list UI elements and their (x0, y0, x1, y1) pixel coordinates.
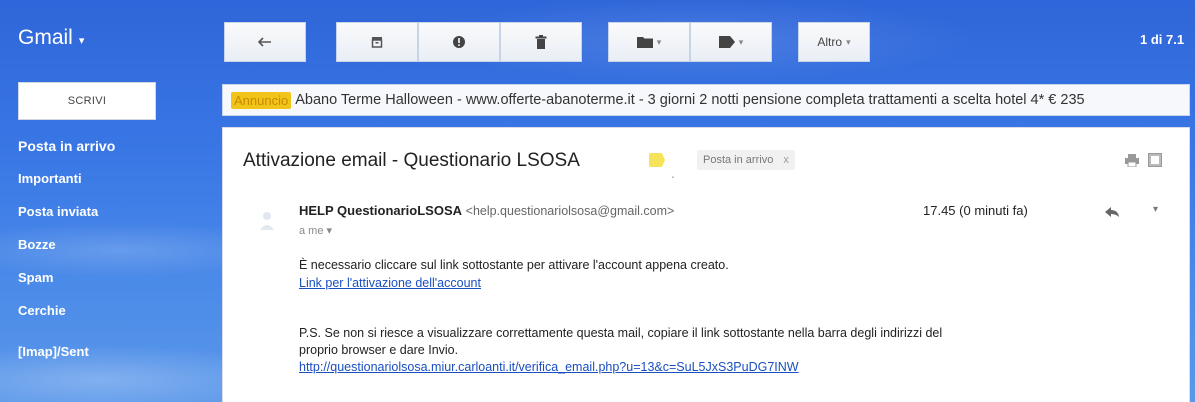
more-label: Altro (817, 35, 843, 49)
sender-name[interactable]: HELP QuestionarioLSOSA (299, 203, 462, 218)
print-icon[interactable] (1125, 154, 1139, 172)
recipient-line[interactable]: a me ▾ (299, 224, 332, 237)
sidebar-item-inbox[interactable]: Posta in arrivo (18, 139, 208, 172)
ad-text[interactable]: Abano Terme Halloween - www.offerte-aban… (295, 92, 1084, 108)
email-timestamp: 17.45 (0 minuti fa) (923, 203, 1028, 218)
label-icon (718, 36, 735, 48)
pagination-counter: 1 di 7.1 (1140, 32, 1185, 47)
chevron-down-icon: ▾ (846, 36, 851, 47)
email-body-ps-line1: P.S. Se non si riesce a visualizzare cor… (299, 326, 943, 340)
app-title: Gmail (18, 26, 73, 49)
delete-button[interactable] (500, 22, 582, 62)
reply-icon[interactable] (1105, 204, 1119, 222)
sidebar-item-circles[interactable]: Cerchie (18, 304, 208, 337)
new-window-icon[interactable] (1148, 153, 1162, 172)
close-icon[interactable]: x (783, 154, 789, 166)
labels-button[interactable]: ▾ (690, 22, 772, 62)
label-chip[interactable]: Posta in arrivo x (697, 150, 795, 170)
activation-link[interactable]: Link per l'attivazione dell'account (299, 276, 481, 290)
chevron-down-icon: ▾ (326, 225, 333, 237)
sender-avatar-icon (259, 210, 275, 232)
chevron-down-icon: ▾ (656, 36, 662, 47)
email-body-line: È necessario cliccare sul link sottostan… (299, 258, 729, 272)
recipient-text: a me (299, 225, 324, 237)
importance-marker-icon[interactable] (649, 153, 665, 167)
sender-line: HELP QuestionarioLSOSA <help.questionari… (299, 203, 674, 218)
move-to-button[interactable]: ▾ (608, 22, 690, 62)
label-chip-text: Posta in arrivo (703, 154, 774, 166)
report-spam-icon (453, 36, 465, 48)
verification-url-link[interactable]: http://questionariolsosa.miur.carloanti.… (299, 360, 799, 374)
sidebar-item-imap-sent[interactable]: [Imap]/Sent (18, 345, 208, 378)
ad-banner[interactable]: Annuncio Abano Terme Halloween - www.off… (222, 84, 1190, 116)
chevron-down-icon: ▾ (738, 36, 744, 47)
more-actions-icon[interactable]: ▾ (1153, 204, 1158, 215)
archive-button[interactable] (336, 22, 418, 62)
sidebar-item-important[interactable]: Importanti (18, 172, 208, 205)
sender-email: <help.questionariolsosa@gmail.com> (465, 204, 675, 218)
sidebar-item-spam[interactable]: Spam (18, 271, 208, 304)
folder-icon (636, 37, 653, 48)
importance-dot: . (671, 165, 675, 181)
email-subject: Attivazione email - Questionario LSOSA (243, 150, 580, 171)
archive-icon (371, 37, 383, 48)
trash-icon (535, 35, 547, 49)
email-view: Attivazione email - Questionario LSOSA .… (222, 127, 1190, 402)
back-button[interactable] (224, 22, 306, 62)
report-spam-button[interactable] (418, 22, 500, 62)
gmail-logo[interactable]: Gmail ▾ (18, 26, 84, 50)
sidebar-item-drafts[interactable]: Bozze (18, 238, 208, 271)
ad-badge: Annuncio (231, 91, 292, 109)
chevron-down-icon: ▾ (78, 34, 85, 47)
sidebar-item-sent[interactable]: Posta inviata (18, 205, 208, 238)
email-body-ps-line2: proprio browser e dare Invio. (299, 343, 459, 357)
back-arrow-icon (258, 37, 271, 47)
compose-button[interactable]: SCRIVI (18, 82, 156, 120)
sidebar: Posta in arrivo Importanti Posta inviata… (18, 139, 208, 378)
more-button[interactable]: Altro ▾ (798, 22, 870, 62)
